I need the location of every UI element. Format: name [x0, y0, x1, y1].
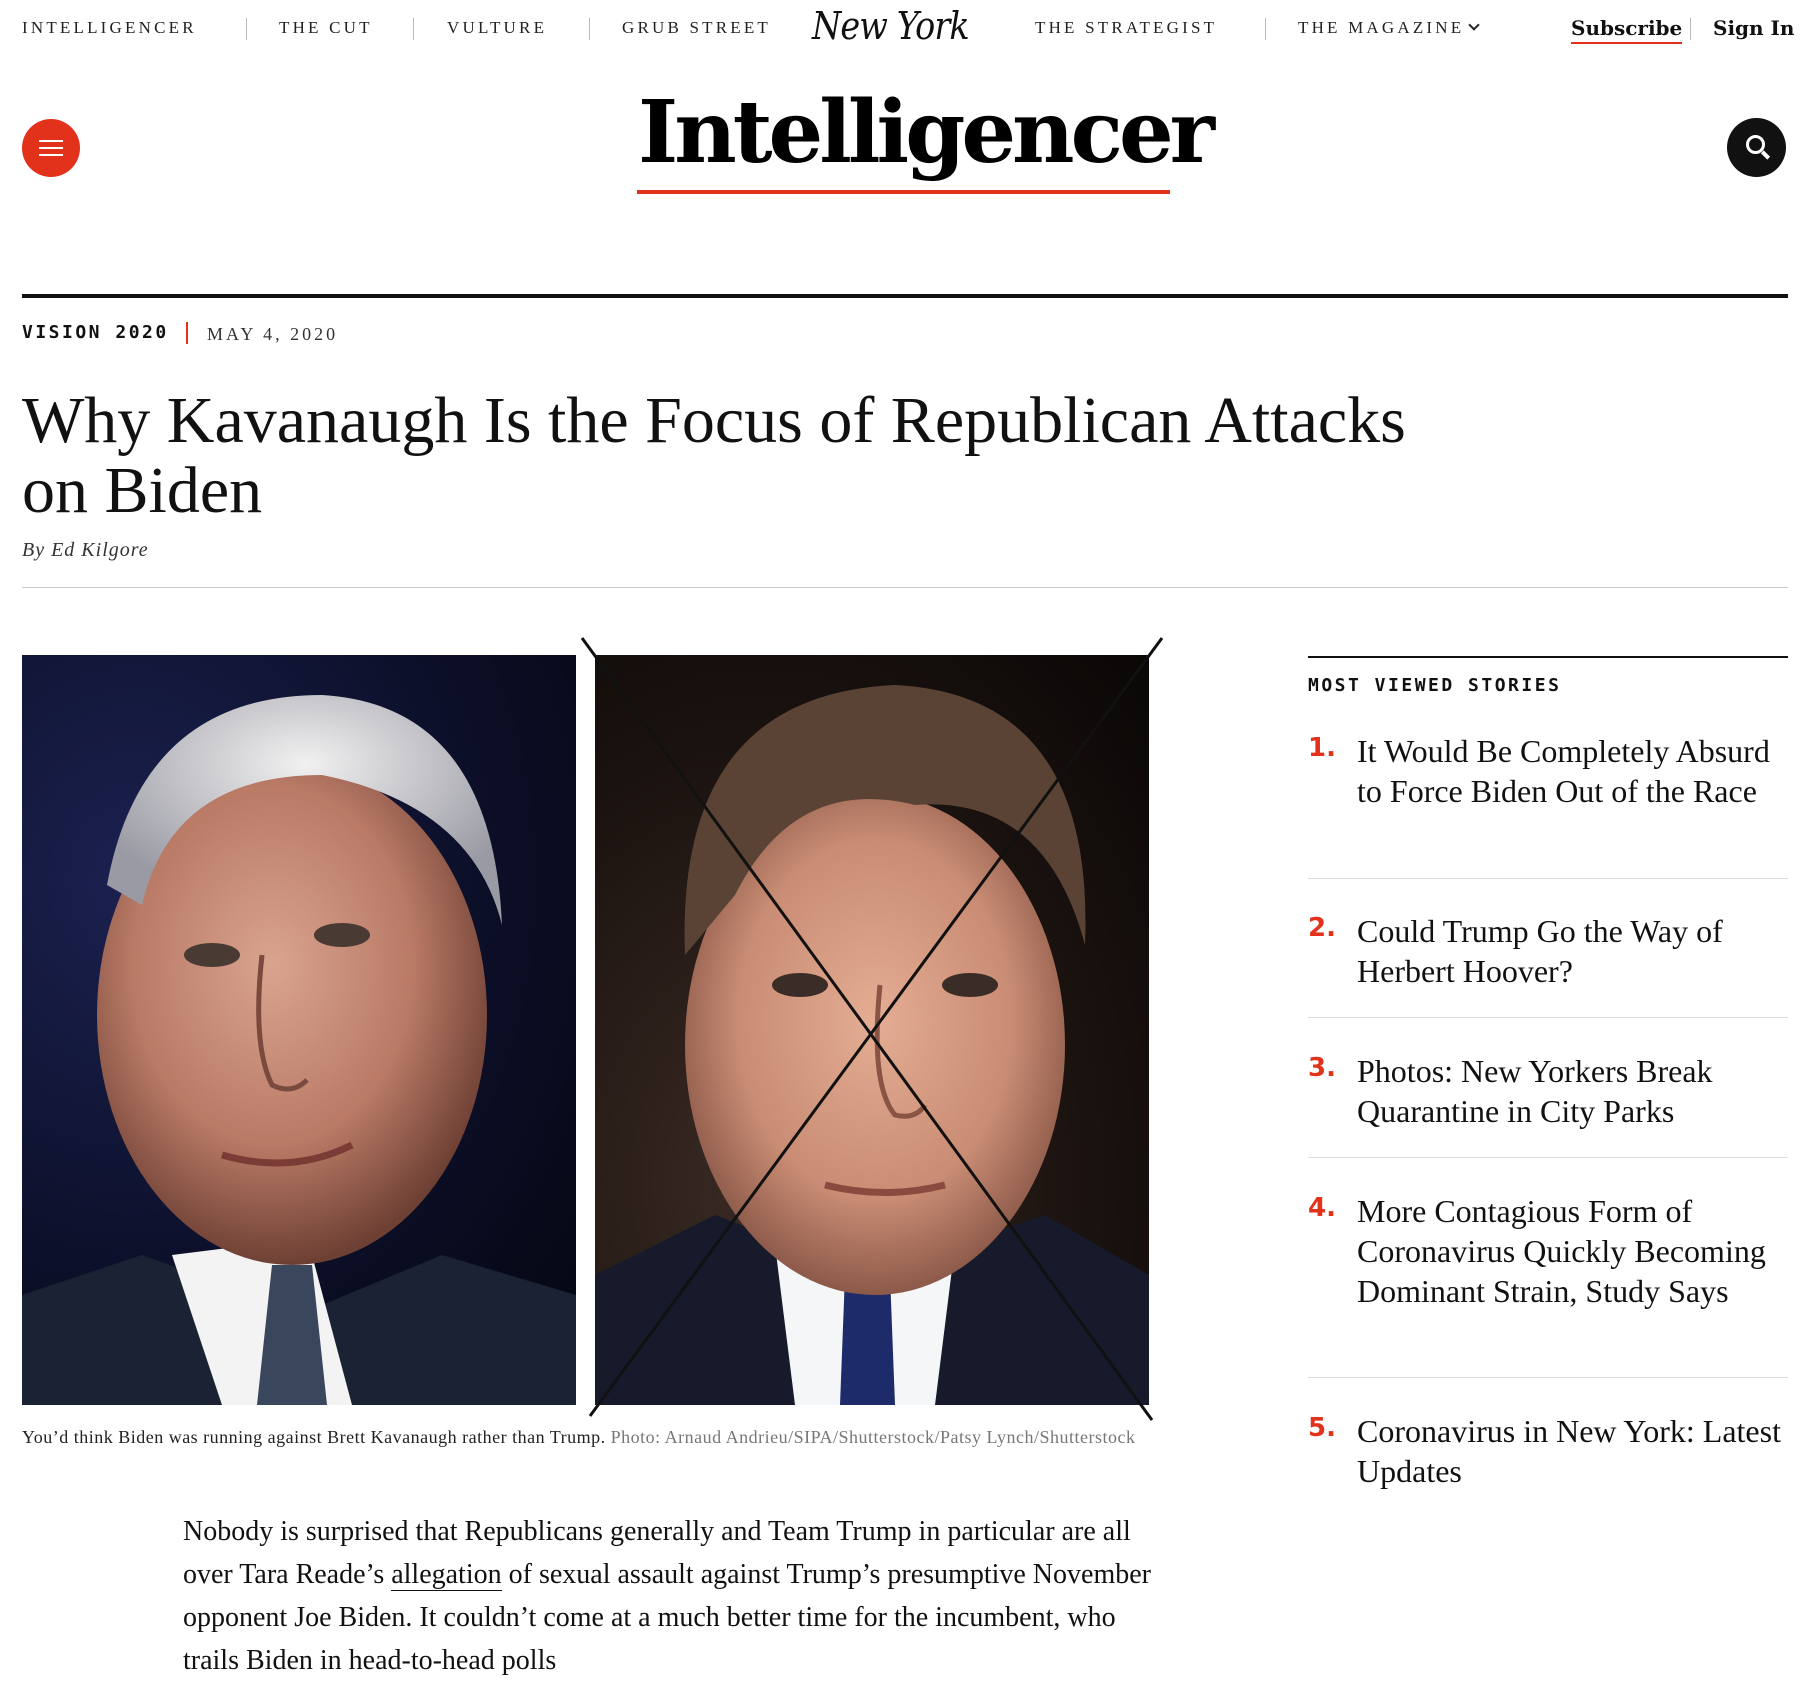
publish-date: MAY 4, 2020 [207, 324, 339, 344]
biden-photo [22, 655, 576, 1405]
list-divider [1308, 1157, 1788, 1158]
nav-link-vulture[interactable]: VULTURE [447, 18, 547, 38]
nav-link-the-magazine[interactable]: THE MAGAZINE [1298, 18, 1481, 38]
story-title[interactable]: Photos: New Yorkers Break Quarantine in … [1357, 1051, 1787, 1131]
allegation-link[interactable]: allegation [391, 1559, 502, 1591]
rubric-separator [186, 322, 188, 344]
search-button[interactable] [1727, 118, 1786, 177]
subscribe-link[interactable]: Subscribe [1571, 16, 1683, 44]
rank-number: 2. [1308, 913, 1336, 943]
nav-link-grub-street[interactable]: GRUB STREET [622, 18, 771, 38]
list-divider [1308, 1017, 1788, 1018]
rank-number: 4. [1308, 1193, 1336, 1223]
most-viewed-title: MOST VIEWED STORIES [1308, 675, 1562, 696]
photo-credit: Photo: Arnaud Andrieu/SIPA/Shutterstock/… [610, 1427, 1136, 1447]
menu-button[interactable] [22, 119, 80, 177]
story-title[interactable]: Coronavirus in New York: Latest Updates [1357, 1411, 1787, 1491]
byline-prefix: By [22, 539, 46, 561]
nav-separator [1265, 18, 1266, 40]
nav-separator [1690, 18, 1691, 40]
masthead-underline [637, 190, 1170, 194]
article-headline: Why Kavanaugh Is the Focus of Republican… [22, 384, 1406, 527]
site-nav: INTELLIGENCER THE CUT VULTURE GRUB STREE… [0, 0, 1800, 60]
article-body: Nobody is surprised that Republicans gen… [183, 1510, 1153, 1682]
rank-number: 3. [1308, 1053, 1336, 1083]
nav-link-intelligencer[interactable]: INTELLIGENCER [22, 18, 197, 38]
list-divider [1308, 1377, 1788, 1378]
kavanaugh-photo [595, 655, 1149, 1405]
nav-separator [413, 18, 414, 40]
chevron-down-icon [1468, 19, 1481, 31]
rank-number: 5. [1308, 1413, 1336, 1443]
rank-number: 1. [1308, 733, 1336, 763]
nav-link-the-strategist[interactable]: THE STRATEGIST [1035, 18, 1217, 38]
byline: By Ed Kilgore [22, 539, 149, 562]
new-york-logo[interactable]: New York [812, 4, 979, 54]
caption-text: You’d think Biden was running against Br… [22, 1427, 606, 1447]
header-rule [22, 294, 1788, 298]
nav-link-the-cut[interactable]: THE CUT [279, 18, 373, 38]
rubric-link[interactable]: VISION 2020 [22, 322, 169, 343]
list-divider [1308, 878, 1788, 879]
nav-separator [246, 18, 247, 40]
sign-in-link[interactable]: Sign In [1713, 16, 1794, 40]
story-title[interactable]: Could Trump Go the Way of Herbert Hoover… [1357, 911, 1787, 991]
nav-link-the-magazine-label: THE MAGAZINE [1298, 18, 1465, 37]
nav-separator [589, 18, 590, 40]
story-title[interactable]: More Contagious Form of Coronavirus Quic… [1357, 1191, 1787, 1311]
section-masthead[interactable]: Intelligencer [638, 78, 1215, 188]
author-link[interactable]: Ed Kilgore [51, 539, 149, 561]
story-title[interactable]: It Would Be Completely Absurd to Force B… [1357, 731, 1787, 811]
sidebar-rule [1308, 656, 1788, 658]
byline-rule [22, 587, 1788, 588]
photo-caption: You’d think Biden was running against Br… [22, 1425, 1152, 1449]
